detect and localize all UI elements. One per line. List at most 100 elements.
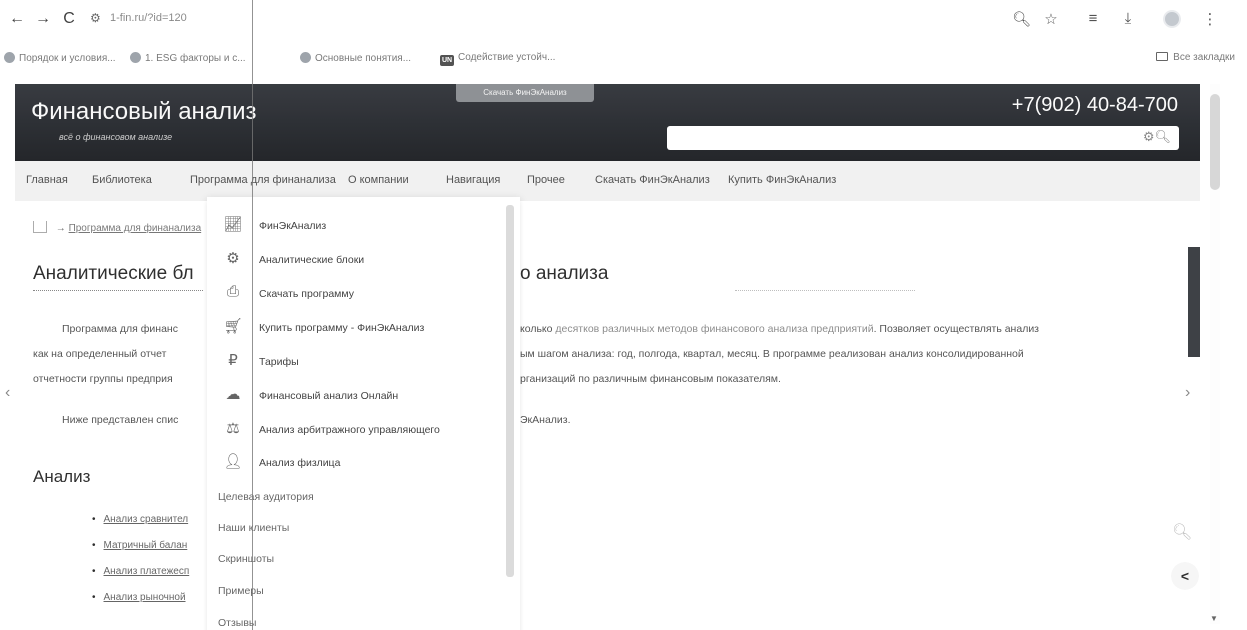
- text: колько: [520, 323, 553, 335]
- dropdown-item-screenshots[interactable]: Скриншоты: [218, 553, 274, 565]
- page-title: Аналитические бл: [33, 263, 194, 285]
- methods-link[interactable]: десятков различных методов финансового а…: [555, 323, 873, 335]
- search-icon[interactable]: ⚙︎🔍︎: [1143, 129, 1171, 145]
- menu-icon[interactable]: ⋮: [1201, 10, 1219, 28]
- bookmark-label: Основные понятия...: [315, 53, 412, 64]
- site-title[interactable]: Финансовый анализ: [31, 98, 257, 126]
- title-underline-right: [735, 290, 915, 291]
- profile-avatar[interactable]: [1163, 10, 1181, 28]
- zoom-icon[interactable]: 🔍︎: [1012, 10, 1031, 28]
- paragraph-4-right: ЭкАнализ.: [520, 414, 571, 426]
- dropdown-item-reviews[interactable]: Отзывы: [218, 617, 256, 629]
- paragraph-1-left: Программа для финанс: [62, 323, 178, 335]
- bookmark-3[interactable]: Основные понятия...: [300, 52, 411, 64]
- list-item-link[interactable]: Анализ платежесп: [104, 566, 190, 577]
- chart-icon: 📈︎: [223, 216, 243, 233]
- all-bookmarks[interactable]: Все закладки: [1156, 52, 1235, 63]
- prev-arrow-icon[interactable]: ‹: [5, 384, 10, 402]
- dropdown-item-clients[interactable]: Наши клиенты: [218, 522, 289, 534]
- scales-icon: ⚖: [226, 420, 240, 437]
- tariff-icon: ₽: [228, 352, 238, 369]
- dropdown-item-label: Тарифы: [259, 356, 299, 368]
- dropdown-item-examples[interactable]: Примеры: [218, 585, 264, 597]
- dropdown-item-label: ФинЭкАнализ: [259, 220, 327, 232]
- paragraph-3-right: рганизаций по различным финансовым показ…: [520, 373, 781, 385]
- back-button[interactable]: ←: [8, 10, 26, 28]
- bookmark-1[interactable]: Порядок и условия...: [4, 52, 116, 64]
- dropdown-scrollbar[interactable]: [506, 205, 514, 577]
- nav-download[interactable]: Скачать ФинЭкАнализ: [595, 174, 710, 186]
- bookmark-star-icon[interactable]: ☆: [1042, 10, 1060, 28]
- bookmark-label: 1. ESG факторы и с...: [145, 53, 246, 64]
- site-info-icon[interactable]: ⚙: [90, 11, 101, 25]
- list-item[interactable]: Анализ сравнител: [92, 514, 189, 540]
- site-header: Финансовый анализ всё о финансовом анали…: [15, 84, 1200, 161]
- download-tab[interactable]: Скачать ФинЭкАнализ: [456, 84, 594, 102]
- nav-buy[interactable]: Купить ФинЭкАнализ: [728, 174, 836, 186]
- breadcrumb-arrow: →: [55, 223, 66, 234]
- nav-other[interactable]: Прочее: [527, 174, 565, 186]
- globe-icon: [4, 52, 15, 63]
- list-item[interactable]: Анализ рыночной: [92, 592, 189, 618]
- float-search-icon[interactable]: 🔍︎: [1172, 522, 1192, 542]
- globe-icon: [130, 52, 141, 63]
- bookmark-4[interactable]: UN Содействие устойч...: [440, 52, 555, 66]
- next-arrow-icon[interactable]: ›: [1185, 384, 1190, 402]
- dropdown-item-label: Анализ физлица: [259, 457, 341, 469]
- search-input[interactable]: ⚙︎🔍︎: [667, 126, 1179, 150]
- gear-icon: ⚙: [226, 250, 240, 267]
- nav-home[interactable]: Главная: [26, 174, 68, 186]
- forward-button[interactable]: →: [34, 10, 52, 28]
- globe-icon: [300, 52, 311, 63]
- list-item-link[interactable]: Анализ сравнител: [104, 514, 189, 525]
- page-title-tail: о анализа: [520, 263, 609, 284]
- bookmark-label: Содействие устойч...: [458, 52, 556, 63]
- bookmarks-bar: Порядок и условия... 1. ESG факторы и с.…: [0, 44, 1247, 74]
- home-icon[interactable]: [33, 221, 47, 233]
- title-underline: [33, 290, 203, 291]
- paragraph-2-right: ым шагом анализа: год, полгода, квартал,…: [520, 348, 1024, 360]
- un-icon: UN: [440, 55, 454, 66]
- download-icon: ⎙: [226, 283, 239, 300]
- nav-navigation[interactable]: Навигация: [446, 174, 500, 186]
- cloud-icon: ☁: [225, 386, 241, 403]
- dropdown-item-label: Скачать программу: [259, 288, 354, 300]
- dropdown-item-label: Анализ арбитражного управляющего: [259, 424, 440, 436]
- folder-icon: [1156, 52, 1169, 61]
- share-button[interactable]: <: [1171, 562, 1199, 590]
- bookmark-label: Порядок и условия...: [19, 53, 116, 64]
- dropdown-item-label: Купить программу - ФинЭкАнализ: [259, 322, 425, 334]
- side-feedback-tab[interactable]: [1188, 247, 1200, 357]
- analysis-list: Анализ сравнител Матричный балан Анализ …: [92, 514, 190, 618]
- nav-program[interactable]: Программа для финанализа: [190, 174, 336, 186]
- address-bar[interactable]: 1-fin.ru/?id=120: [110, 12, 187, 24]
- dropdown-item-label: Аналитические блоки: [259, 254, 365, 266]
- reading-list-icon[interactable]: ≡: [1084, 10, 1102, 27]
- site-subtitle: всё о финансовом анализе: [59, 132, 173, 142]
- text: . Позволяет осуществлять анализ: [873, 323, 1039, 335]
- list-item[interactable]: Матричный балан: [92, 540, 189, 566]
- scrollbar-thumb[interactable]: [1210, 94, 1220, 190]
- browser-toolbar: ← → C ⚙ 1-fin.ru/?id=120 🔍︎ ☆ ≡ ⤓ ⋮: [0, 0, 1247, 40]
- list-item-link[interactable]: Анализ рыночной: [104, 592, 186, 603]
- breadcrumb-current[interactable]: Программа для финанализа: [69, 223, 202, 234]
- main-nav: Главная Библиотека Программа для финанал…: [15, 161, 1200, 201]
- share-icon: <: [1180, 568, 1190, 584]
- dropdown-item-audience[interactable]: Целевая аудитория: [218, 491, 314, 503]
- bookmark-2[interactable]: 1. ESG факторы и с...: [130, 52, 246, 64]
- paragraph-3-left: отчетности группы предприя: [33, 373, 173, 385]
- nav-library[interactable]: Библиотека: [92, 174, 152, 186]
- program-dropdown: 📈︎ ФинЭкАнализ ⚙ Аналитические блоки ⎙ С…: [207, 197, 520, 630]
- section-title: Анализ: [33, 467, 91, 486]
- paragraph-2-left: как на определенный отчет: [33, 348, 167, 360]
- list-item[interactable]: Анализ платежесп: [92, 566, 190, 592]
- cursor-line: [252, 0, 253, 630]
- list-item-link[interactable]: Матричный балан: [104, 540, 188, 551]
- all-bookmarks-label: Все закладки: [1173, 52, 1235, 63]
- paragraph-4-left: Ниже представлен спис: [62, 414, 179, 426]
- nav-about[interactable]: О компании: [348, 174, 409, 186]
- downloads-icon[interactable]: ⤓: [1119, 10, 1137, 27]
- paragraph-1-right: колько десятков различных методов финанс…: [520, 322, 1039, 337]
- scroll-down-icon[interactable]: ▼: [1210, 614, 1218, 623]
- reload-button[interactable]: C: [60, 10, 78, 28]
